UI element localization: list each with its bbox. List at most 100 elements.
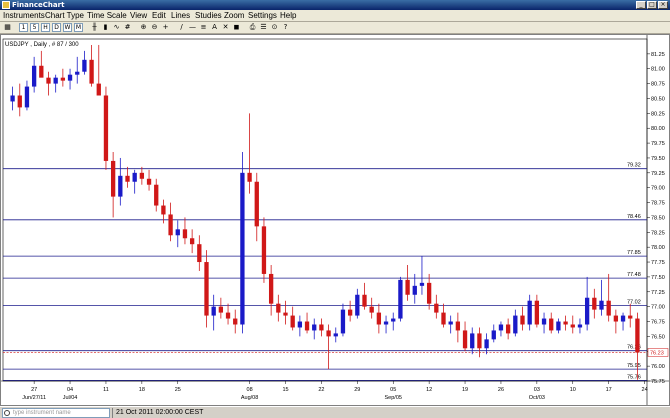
candle-body: [520, 315, 525, 325]
menu-chart-type[interactable]: Chart Type: [45, 10, 84, 22]
candle-body: [563, 321, 568, 325]
x-tick-label: 22: [318, 387, 324, 393]
candle-body: [168, 214, 173, 236]
candle-body: [549, 318, 554, 331]
candle-body: [556, 321, 561, 331]
timescale-h-button[interactable]: H: [41, 23, 50, 32]
trendline-icon[interactable]: /: [177, 23, 186, 32]
line-chart-icon[interactable]: ∿: [112, 23, 121, 32]
y-tick-label: 77.50: [651, 275, 665, 281]
delete-icon[interactable]: ✕: [221, 23, 230, 32]
candle-body: [39, 65, 44, 78]
menu-settings[interactable]: Settings: [248, 10, 277, 22]
menu-instruments[interactable]: Instruments: [3, 10, 45, 22]
candle-body: [455, 321, 461, 331]
text-icon[interactable]: A: [210, 23, 219, 32]
x-tick-label: 26: [498, 387, 504, 393]
timescale-d-button[interactable]: D: [52, 23, 61, 32]
candle-body: [484, 339, 489, 349]
candle-body: [635, 318, 640, 353]
window-titlebar: FinanceChart _ □ ×: [0, 0, 670, 10]
candle-chart-icon[interactable]: ▮: [101, 23, 110, 32]
x-tick-label: 24: [642, 387, 648, 393]
candle-body: [182, 229, 188, 239]
x-tick-label: 11: [103, 387, 109, 393]
instrument-label: USDJPY , Daily , # 87 / 300: [5, 42, 79, 48]
fibonacci-icon[interactable]: ≡: [199, 23, 208, 32]
candle-body: [584, 297, 590, 325]
y-tick-label: 77.25: [651, 290, 665, 296]
candle-body: [513, 315, 518, 334]
timescale-w-button[interactable]: W: [63, 23, 72, 32]
chart-type-icon[interactable]: ▦: [3, 23, 12, 32]
timescale-m-button[interactable]: M: [74, 23, 83, 32]
grid-icon[interactable]: #: [123, 23, 132, 32]
x-tick-label: 29: [354, 387, 360, 393]
maximize-button[interactable]: □: [647, 1, 657, 9]
price-chart[interactable]: USDJPY , Daily , # 87 / 300 81.25 81.00 80.…: [1, 35, 669, 405]
candle-body: [434, 303, 439, 313]
candle-body: [218, 306, 224, 313]
zoom-in-icon[interactable]: ⊕: [139, 23, 148, 32]
y-tick-label: 79.75: [651, 141, 665, 147]
candle-body: [82, 59, 87, 72]
menubar: Instruments Chart Type Time Scale View E…: [0, 10, 670, 22]
y-tick-label: 79.00: [651, 186, 665, 192]
status-bar: type instrument name 21 Oct 2011 02:00:0…: [0, 406, 670, 418]
candle-body: [319, 324, 324, 331]
menu-edit[interactable]: Edit: [152, 10, 166, 22]
search-placeholder: type instrument name: [13, 410, 71, 416]
candle-body: [620, 315, 626, 322]
x-tick-label: 05: [390, 387, 396, 393]
candle-body: [247, 172, 252, 182]
x-date-label: Oct/03: [529, 395, 545, 401]
bar-chart-icon[interactable]: ╫: [90, 23, 99, 32]
x-tick-label: 10: [570, 387, 576, 393]
y-tick-label: 80.75: [651, 82, 665, 88]
level-label: 77.85: [627, 250, 641, 256]
y-tick-label: 81.25: [651, 52, 665, 58]
candle-body: [297, 321, 303, 328]
candle-body: [139, 172, 145, 179]
candle-body: [240, 172, 245, 325]
horizontal-line-icon[interactable]: —: [188, 23, 197, 32]
y-tick-label: 80.00: [651, 126, 665, 132]
crosshair-icon[interactable]: +: [161, 23, 170, 32]
color-icon[interactable]: ◼: [232, 23, 241, 32]
menu-studies[interactable]: Studies: [195, 10, 222, 22]
menu-time-scale[interactable]: Time Scale: [87, 10, 127, 22]
candle-body: [570, 324, 575, 328]
candle-body: [376, 312, 382, 325]
candle-body: [347, 309, 353, 316]
x-tick-label: 12: [426, 387, 432, 393]
candle-body: [125, 175, 130, 182]
candle-body: [290, 315, 295, 328]
menu-help[interactable]: Help: [280, 10, 296, 22]
y-tick-label: 76.50: [651, 334, 665, 340]
candle-body: [261, 226, 267, 274]
magnify-icon[interactable]: ⊙: [270, 23, 279, 32]
print-icon[interactable]: ⎙: [248, 23, 257, 32]
help-icon[interactable]: ?: [281, 23, 290, 32]
menu-zoom[interactable]: Zoom: [224, 10, 244, 22]
y-tick-label: 78.50: [651, 215, 665, 221]
candle-body: [197, 244, 202, 263]
candle-body: [304, 321, 310, 331]
candle-body: [462, 330, 468, 349]
chart-pane[interactable]: USDJPY , Daily , # 87 / 300 81.25 81.00 80.…: [0, 34, 670, 406]
candle-body: [276, 303, 281, 313]
minimize-button[interactable]: _: [636, 1, 646, 9]
menu-lines[interactable]: Lines: [171, 10, 190, 22]
close-button[interactable]: ×: [658, 1, 668, 9]
instrument-search-input[interactable]: type instrument name: [2, 408, 110, 418]
x-date-label: Jul/04: [63, 395, 78, 401]
candle-body: [24, 86, 30, 108]
candle-body: [211, 306, 216, 316]
candle-body: [628, 315, 633, 319]
timescale-5-button[interactable]: 5: [30, 23, 39, 32]
settings-icon[interactable]: ☰: [259, 23, 268, 32]
y-tick-label: 80.25: [651, 111, 665, 117]
zoom-out-icon[interactable]: ⊖: [150, 23, 159, 32]
menu-view[interactable]: View: [130, 10, 147, 22]
timescale-1-button[interactable]: 1: [19, 23, 28, 32]
